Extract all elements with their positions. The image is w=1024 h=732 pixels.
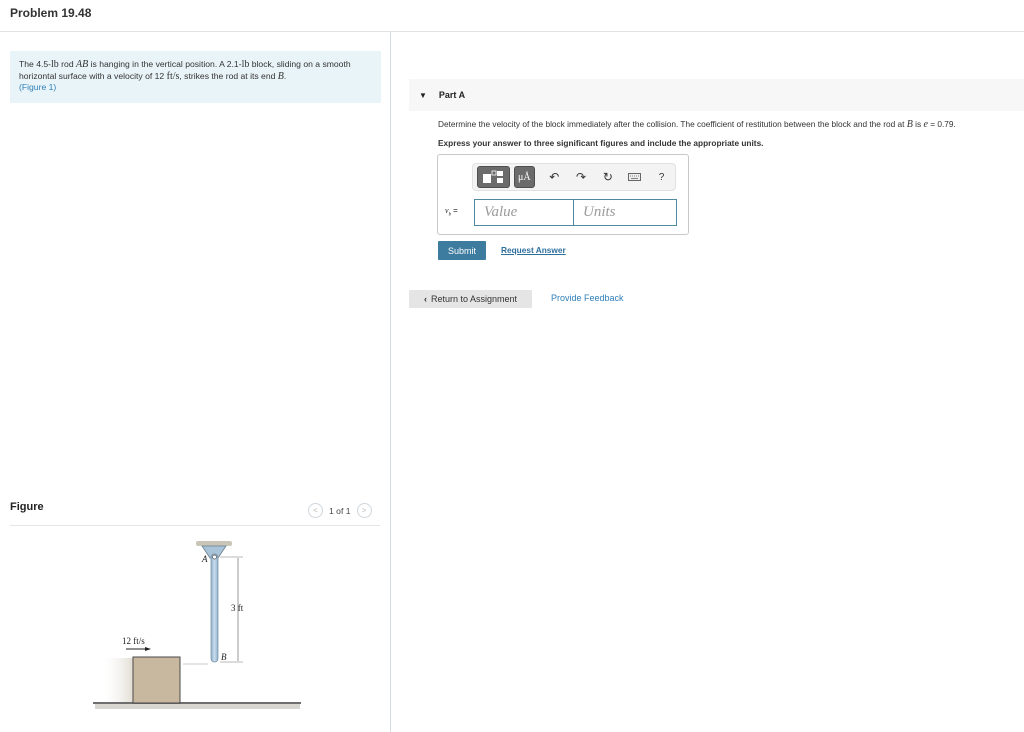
rod-ab [210,553,219,663]
templates-button[interactable] [477,166,510,188]
header-divider [0,31,1024,32]
answer-box: μÅ ↶ ↷ ↻ ? vb = [437,154,689,235]
point-a-label: A [201,554,208,564]
variable-subscript: b [448,212,452,218]
velocity-label: 12 ft/s [122,636,145,646]
ground-hatch [95,704,300,709]
figure-pager: < 1 of 1 > [308,503,372,518]
undo-button[interactable]: ↶ [541,170,568,184]
chevron-right-icon: > [361,506,367,515]
equals-sign: = [453,206,458,215]
figure-header: Figure [10,501,44,513]
block [132,656,181,704]
unit-velocity: ft/s [166,70,180,82]
part-title: Part A [438,90,466,100]
problem-text: is hanging in the vertical position. A 2… [88,59,242,69]
question-body: Determine the velocity of the block imme… [438,119,907,129]
provide-feedback-link[interactable]: Provide Feedback [551,293,624,303]
redo-button[interactable]: ↷ [568,170,595,184]
chevron-left-icon: ‹ [423,294,427,304]
units-input[interactable] [573,199,677,226]
return-label: Return to Assignment [430,294,518,304]
column-divider [390,32,391,732]
keyboard-button[interactable] [621,170,648,184]
problem-text: rod [58,59,76,69]
ceiling-support [196,541,232,546]
question-body: is [912,119,924,129]
figure-prev-button[interactable]: < [308,503,323,518]
motion-blur [100,658,134,702]
part-a-header[interactable]: ▼ Part A [409,79,1024,111]
keyboard-icon [628,173,642,181]
ground-line [93,702,301,704]
redo-icon: ↷ [576,170,587,184]
triangle-down-icon: ▼ [419,90,427,100]
value-input[interactable] [474,199,574,226]
figure-counter: 1 of 1 [329,505,351,516]
templates-icon [483,170,504,183]
pin-a [212,554,217,560]
submit-button[interactable]: Submit [438,241,486,260]
undo-icon: ↶ [549,170,560,184]
math-toolbar: μÅ ↶ ↷ ↻ ? [472,163,676,191]
chevron-left-icon: < [313,506,318,515]
reset-icon: ↻ [602,170,613,184]
unit-lb: lb [51,59,59,70]
units-icon: μÅ [517,171,531,183]
question-body: = 0.79. [927,119,956,129]
question-text: Determine the velocity of the block imme… [438,119,956,130]
problem-statement: The 4.5-lb rod AB is hanging in the vert… [10,51,381,103]
request-answer-link[interactable]: Request Answer [501,245,566,255]
figure-divider [10,525,380,526]
help-button[interactable]: ? [648,172,675,183]
return-to-assignment-button[interactable]: ‹ Return to Assignment [409,290,532,308]
page-title: Problem 19.48 [10,6,92,20]
problem-text: , strikes the rod at its end [179,70,278,81]
instruction-text: Express your answer to three significant… [438,138,764,148]
figure-image: 3 ft A B 12 ft/s [93,541,301,709]
problem-text: The 4.5- [19,59,52,69]
reset-button[interactable]: ↻ [595,170,622,184]
units-button[interactable]: μÅ [513,166,535,188]
problem-text: . [283,70,287,81]
figure-next-button[interactable]: > [356,503,372,518]
rod-symbol: AB [76,59,89,70]
variable-label: vb = [445,206,458,218]
figure-link[interactable]: (Figure 1) [19,82,56,92]
length-label: 3 ft [231,603,244,613]
point-b-label: B [221,652,227,662]
velocity-arrowhead [145,647,151,651]
